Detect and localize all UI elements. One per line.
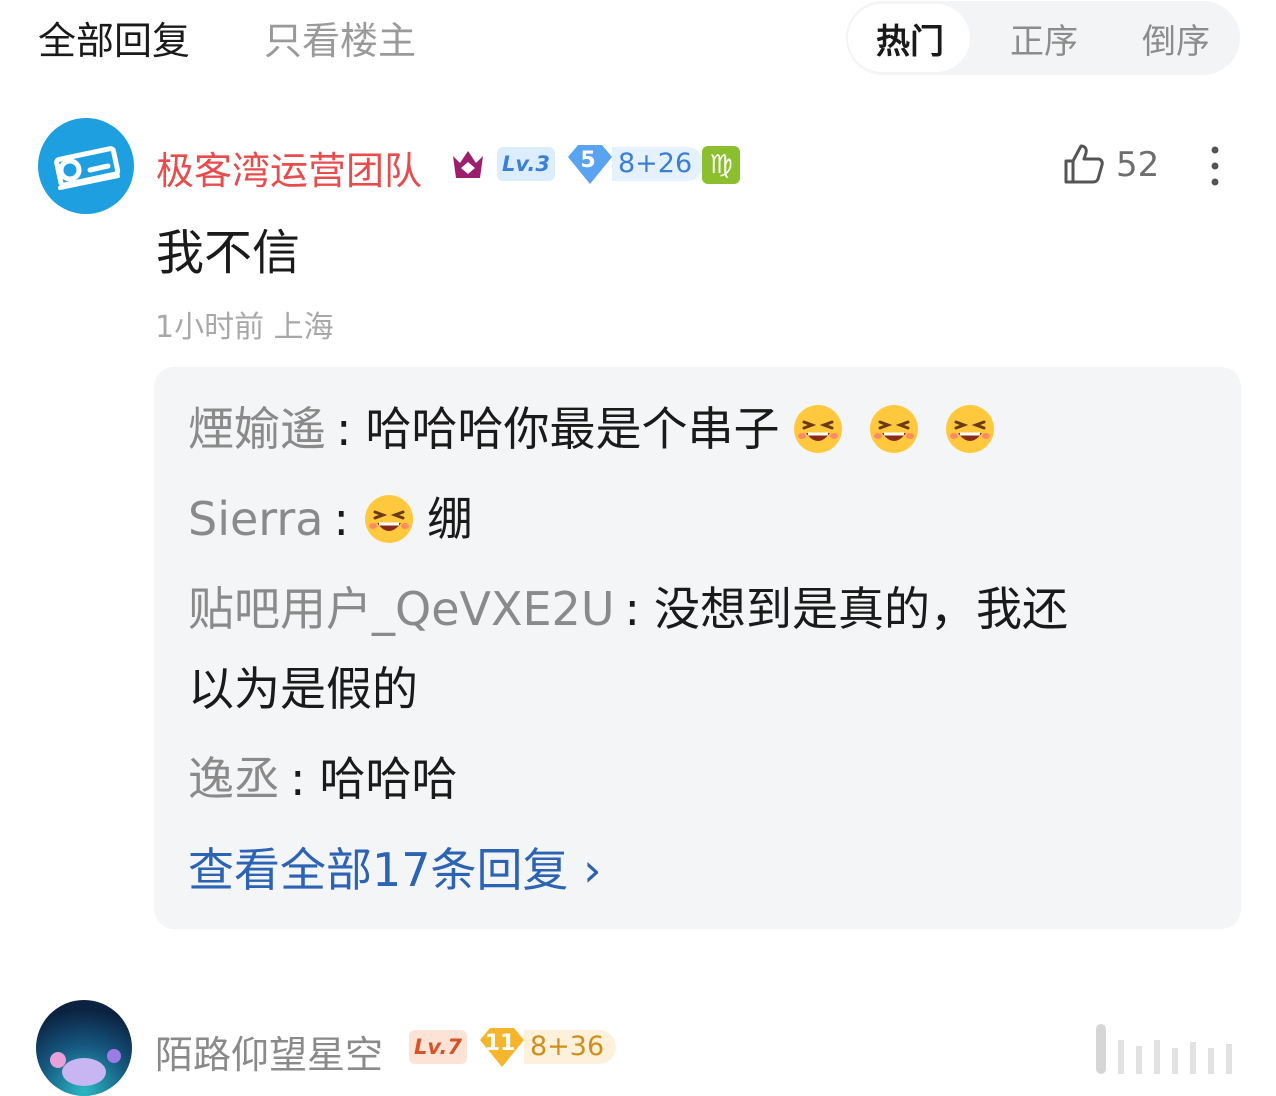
sort-hot-button[interactable]: 热门 [876, 14, 944, 63]
level-badge: Lv.7 [409, 1030, 467, 1064]
reply-text-continued: 以为是假的 [188, 662, 418, 716]
zodiac-virgo-icon: ♍ [702, 146, 740, 184]
view-all-replies-link[interactable]: 查看全部17条回复 › [188, 834, 602, 900]
more-vertical-icon[interactable] [1208, 144, 1222, 188]
score-badge: 8+26 [612, 147, 705, 181]
gem-level: 5 [580, 148, 596, 173]
post-username[interactable]: 极客湾运营团队 [156, 140, 422, 195]
post-body: 我不信 [156, 225, 301, 281]
reply-item[interactable]: 逸丞: 哈哈哈 [188, 738, 458, 820]
reply-item[interactable]: 煙媮遙: 哈哈哈你最是个串子 [188, 388, 1008, 470]
avatar[interactable] [38, 118, 134, 214]
grin-emoji-icon [364, 495, 413, 543]
sort-descending-button[interactable]: 倒序 [1142, 14, 1210, 63]
reply-text: 哈哈哈 [319, 752, 458, 806]
post-username[interactable]: 陌路仰望星空 [155, 1024, 383, 1079]
gpu-logo-icon [54, 146, 121, 190]
reply-item[interactable]: Sierra: 绷 [188, 478, 473, 560]
crown-icon [453, 151, 483, 178]
reply-text: 没想到是真的，我还 [654, 582, 1068, 636]
score-badge: 8+36 [524, 1030, 617, 1064]
post-meta: 1小时前 上海 [155, 310, 334, 345]
grin-emoji-icon [869, 405, 918, 453]
reply-text: 哈哈哈你最是个串子 [365, 402, 780, 456]
reply-item[interactable]: 贴吧用户_QeVXE2U: 没想到是真的，我还 [188, 568, 1068, 650]
tab-all-replies[interactable]: 全部回复 [38, 10, 190, 65]
reply-username[interactable]: Sierra [188, 492, 323, 546]
like-count: 52 [1116, 145, 1160, 185]
sort-ascending-button[interactable]: 正序 [1010, 14, 1078, 63]
cartoon-character-icon [50, 1049, 121, 1086]
reply-username[interactable]: 逸丞 [188, 752, 280, 806]
reply-username[interactable]: 煙媮遙 [188, 402, 326, 456]
level-badge: Lv.3 [497, 147, 555, 181]
grin-emoji-icon [945, 405, 994, 453]
thumbs-up-icon[interactable] [1062, 142, 1106, 186]
grin-emoji-icon [793, 405, 842, 453]
gem-level: 11 [484, 1031, 516, 1056]
watermark-logo-icon [1096, 1024, 1232, 1074]
reply-username[interactable]: 贴吧用户_QeVXE2U [188, 582, 615, 636]
tab-owner-only[interactable]: 只看楼主 [264, 10, 416, 65]
reply-text: 绷 [426, 492, 473, 546]
avatar[interactable] [36, 1000, 132, 1096]
